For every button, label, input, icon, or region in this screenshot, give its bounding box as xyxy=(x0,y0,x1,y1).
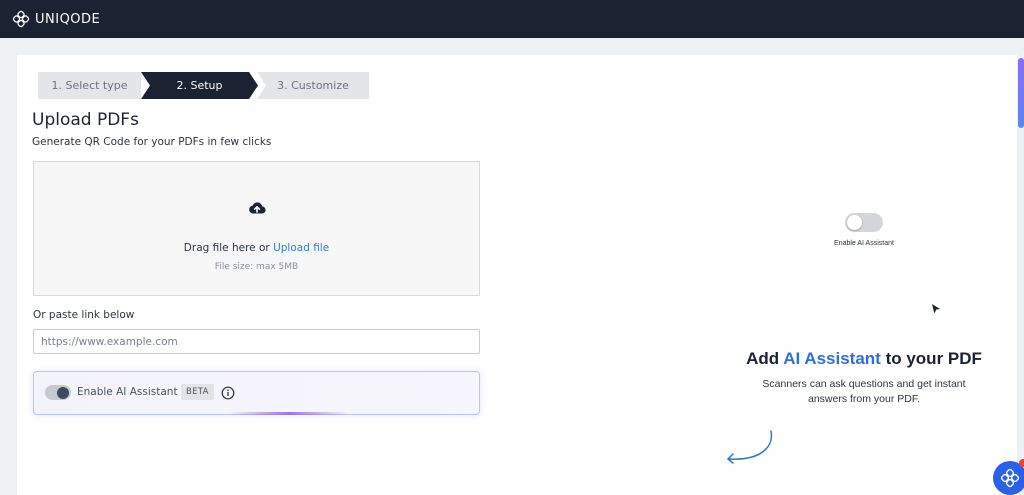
step-label: 3. Customize xyxy=(277,79,349,92)
headline-accent: AI Assistant xyxy=(783,349,881,368)
toggle-knob xyxy=(57,386,69,399)
page-subtitle: Generate QR Code for your PDFs in few cl… xyxy=(32,136,272,148)
cloud-upload-icon xyxy=(247,198,267,218)
headline-prefix: Add xyxy=(746,349,780,368)
page-title: Upload PDFs xyxy=(32,110,139,130)
paste-link-label: Or paste link below xyxy=(33,309,135,321)
info-icon[interactable] xyxy=(221,385,235,400)
chat-launcher-button[interactable] xyxy=(993,461,1024,495)
top-bar: UNIQODE xyxy=(0,0,1024,38)
step-setup[interactable]: 2. Setup xyxy=(141,72,258,99)
setup-stepper: 1. Select type 2. Setup 3. Customize xyxy=(38,72,369,99)
beta-badge: BETA xyxy=(181,384,214,400)
dropzone-text: Drag file here or Upload file xyxy=(34,242,479,254)
headline-suffix: to your PDF xyxy=(885,349,982,368)
preview-toggle-label: Enable AI Assistant xyxy=(834,240,894,247)
step-label: 2. Setup xyxy=(176,79,223,92)
uniqode-logo-icon[interactable] xyxy=(12,10,30,28)
ai-assistant-panel: Enable AI Assistant BETA xyxy=(33,371,480,415)
preview-ai-toggle[interactable] xyxy=(845,213,883,232)
step-customize[interactable]: 3. Customize xyxy=(257,72,369,99)
panel-glow xyxy=(229,412,349,415)
notification-dot xyxy=(1019,459,1024,467)
ai-assistant-label: Enable AI Assistant xyxy=(77,386,178,398)
url-input[interactable] xyxy=(33,329,480,354)
brand-name[interactable]: UNIQODE xyxy=(35,12,100,27)
drag-text: Drag file here or xyxy=(183,242,270,254)
promo-description: Scanners can ask questions and get insta… xyxy=(762,378,966,405)
cursor-icon xyxy=(931,300,941,314)
step-label: 1. Select type xyxy=(51,79,128,92)
toggle-knob xyxy=(847,215,862,230)
promo-headline: Add AI Assistant to your PDF xyxy=(714,349,1014,369)
uniqode-chat-icon xyxy=(1000,468,1020,488)
step-select-type[interactable]: 1. Select type xyxy=(38,72,141,99)
upload-file-link[interactable]: Upload file xyxy=(273,242,329,254)
file-size-hint: File size: max 5MB xyxy=(214,262,299,272)
side-scroll-accent xyxy=(1018,58,1024,128)
ai-assistant-toggle[interactable] xyxy=(45,385,71,400)
curved-arrow-icon xyxy=(722,428,778,468)
file-dropzone[interactable]: Drag file here or Upload file File size:… xyxy=(33,161,480,296)
